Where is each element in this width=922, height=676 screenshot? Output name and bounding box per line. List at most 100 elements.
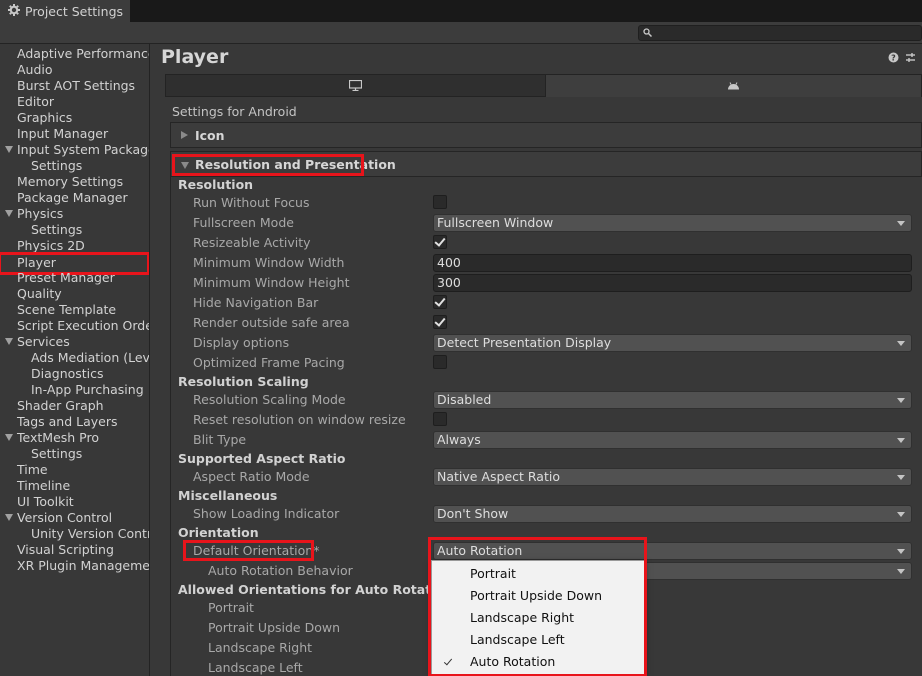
section-allowed-orientations: Allowed Orientations for Auto Rotation (178, 582, 453, 597)
label-portrait: Portrait (208, 600, 254, 615)
sidebar-item-input-system-settings[interactable]: Settings (0, 158, 149, 174)
sidebar-item-adaptive-performance[interactable]: Adaptive Performance (0, 46, 149, 62)
label-min-window-height: Minimum Window Height (193, 275, 350, 290)
highlight-box (183, 540, 314, 561)
section-resolution-scaling: Resolution Scaling (178, 374, 309, 389)
label-reset-resolution: Reset resolution on window resize (193, 412, 406, 427)
search-icon (643, 28, 652, 37)
label-fullscreen-mode: Fullscreen Mode (193, 215, 294, 230)
sidebar-item-timeline[interactable]: Timeline (0, 478, 149, 494)
expand-arrow-icon[interactable] (5, 146, 13, 153)
sidebar-item-version-control[interactable]: Version Control (0, 510, 149, 526)
search-input[interactable] (638, 25, 922, 41)
label-hide-navigation-bar: Hide Navigation Bar (193, 295, 319, 310)
chevron-down-icon (897, 549, 905, 554)
chevron-down-icon (897, 512, 905, 517)
help-icon[interactable]: ? (888, 52, 899, 63)
sidebar-item-unity-version-control[interactable]: Unity Version Control (0, 526, 149, 542)
field-min-window-width[interactable]: 400 (433, 254, 912, 272)
sidebar-item-ui-toolkit[interactable]: UI Toolkit (0, 494, 149, 510)
section-resolution: Resolution (178, 177, 254, 192)
chevron-down-icon (897, 438, 905, 443)
sidebar-item-textmesh-settings[interactable]: Settings (0, 446, 149, 462)
sidebar-item-input-manager[interactable]: Input Manager (0, 126, 149, 142)
preset-settings-icon[interactable] (905, 52, 916, 63)
section-orientation: Orientation (178, 525, 259, 540)
sidebar-item-editor[interactable]: Editor (0, 94, 149, 110)
label-aspect-ratio-mode: Aspect Ratio Mode (193, 469, 310, 484)
checkbox-hide-navigation-bar[interactable] (433, 295, 447, 309)
checkbox-resizeable-activity[interactable] (433, 235, 447, 249)
label-min-window-width: Minimum Window Width (193, 255, 345, 270)
sidebar-item-textmesh-pro[interactable]: TextMesh Pro (0, 430, 149, 446)
sidebar-item-in-app-purchasing[interactable]: In-App Purchasing (0, 382, 149, 398)
label-show-loading-indicator: Show Loading Indicator (193, 506, 340, 521)
label-run-without-focus: Run Without Focus (193, 195, 310, 210)
monitor-icon (349, 80, 362, 91)
dropdown-resolution-scaling-mode[interactable]: Disabled (433, 391, 912, 409)
sidebar-item-time[interactable]: Time (0, 462, 149, 478)
section-miscellaneous: Miscellaneous (178, 488, 278, 503)
field-min-window-height[interactable]: 300 (433, 274, 912, 292)
gear-icon (8, 3, 20, 19)
sidebar-item-preset-manager[interactable]: Preset Manager (0, 270, 149, 286)
label-landscape-left: Landscape Left (208, 660, 303, 675)
highlight-box (172, 154, 364, 176)
window-tab[interactable]: Project Settings (0, 0, 130, 22)
sidebar-item-scene-template[interactable]: Scene Template (0, 302, 149, 318)
sidebar-item-physics-2d[interactable]: Physics 2D (0, 238, 149, 254)
checkbox-run-without-focus[interactable] (433, 195, 447, 209)
label-blit-type: Blit Type (193, 432, 247, 447)
sidebar-item-input-system[interactable]: Input System Package (0, 142, 149, 158)
label-display-options: Display options (193, 335, 290, 350)
sidebar-item-audio[interactable]: Audio (0, 62, 149, 78)
checkbox-optimized-frame-pacing[interactable] (433, 355, 447, 369)
checkbox-reset-resolution[interactable] (433, 412, 447, 426)
sidebar-item-diagnostics[interactable]: Diagnostics (0, 366, 149, 382)
expand-arrow-icon[interactable] (5, 514, 13, 521)
label-portrait-upside-down: Portrait Upside Down (208, 620, 341, 635)
dropdown-display-options[interactable]: Detect Presentation Display (433, 334, 912, 352)
page-title: Player (161, 46, 229, 68)
sidebar-item-physics[interactable]: Physics (0, 206, 149, 222)
expand-arrow-icon[interactable] (5, 338, 13, 345)
checkbox-render-outside-safe-area[interactable] (433, 315, 447, 329)
chevron-down-icon (897, 475, 905, 480)
sidebar-item-physics-settings[interactable]: Settings (0, 222, 149, 238)
settings-for-label: Settings for Android (172, 104, 297, 119)
chevron-down-icon (897, 398, 905, 403)
label-resizeable-activity: Resizeable Activity (193, 235, 311, 250)
sidebar-item-visual-scripting[interactable]: Visual Scripting (0, 542, 149, 558)
expand-arrow-icon[interactable] (5, 210, 13, 217)
sidebar-item-package-manager[interactable]: Package Manager (0, 190, 149, 206)
window-title: Project Settings (25, 3, 124, 19)
dropdown-show-loading-indicator[interactable]: Don't Show (433, 505, 912, 523)
sidebar-item-ads-mediation[interactable]: Ads Mediation (Level (0, 350, 149, 366)
sidebar-item-services[interactable]: Services (0, 334, 149, 350)
sidebar-item-graphics[interactable]: Graphics (0, 110, 149, 126)
dropdown-aspect-ratio-mode[interactable]: Native Aspect Ratio (433, 468, 912, 486)
svg-text:?: ? (891, 54, 896, 63)
sidebar-item-memory-settings[interactable]: Memory Settings (0, 174, 149, 190)
chevron-down-icon (897, 221, 905, 226)
dropdown-blit-type[interactable]: Always (433, 431, 912, 449)
expand-arrow-icon[interactable] (5, 434, 13, 441)
sidebar-item-script-execution-order[interactable]: Script Execution Order (0, 318, 149, 334)
label-auto-rotation-behavior: Auto Rotation Behavior (208, 563, 353, 578)
chevron-down-icon (897, 569, 905, 574)
tab-standalone[interactable] (165, 74, 545, 97)
sidebar-item-quality[interactable]: Quality (0, 286, 149, 302)
sidebar-item-shader-graph[interactable]: Shader Graph (0, 398, 149, 414)
highlight-box (428, 537, 647, 676)
sidebar-item-tags-and-layers[interactable]: Tags and Layers (0, 414, 149, 430)
label-resolution-scaling-mode: Resolution Scaling Mode (193, 392, 346, 407)
tab-android[interactable] (545, 74, 922, 97)
sidebar-item-xr-plugin-management[interactable]: XR Plugin Management (0, 558, 149, 574)
dropdown-fullscreen-mode[interactable]: Fullscreen Window (433, 214, 912, 232)
icon-foldout[interactable]: Icon (170, 122, 922, 148)
sidebar-item-burst[interactable]: Burst AOT Settings (0, 78, 149, 94)
android-icon (728, 82, 739, 90)
toolbar (0, 22, 922, 44)
settings-sidebar: Adaptive Performance Audio Burst AOT Set… (0, 44, 150, 676)
player-settings-panel: Player ? Settings for Android Icon Resol… (151, 44, 922, 676)
